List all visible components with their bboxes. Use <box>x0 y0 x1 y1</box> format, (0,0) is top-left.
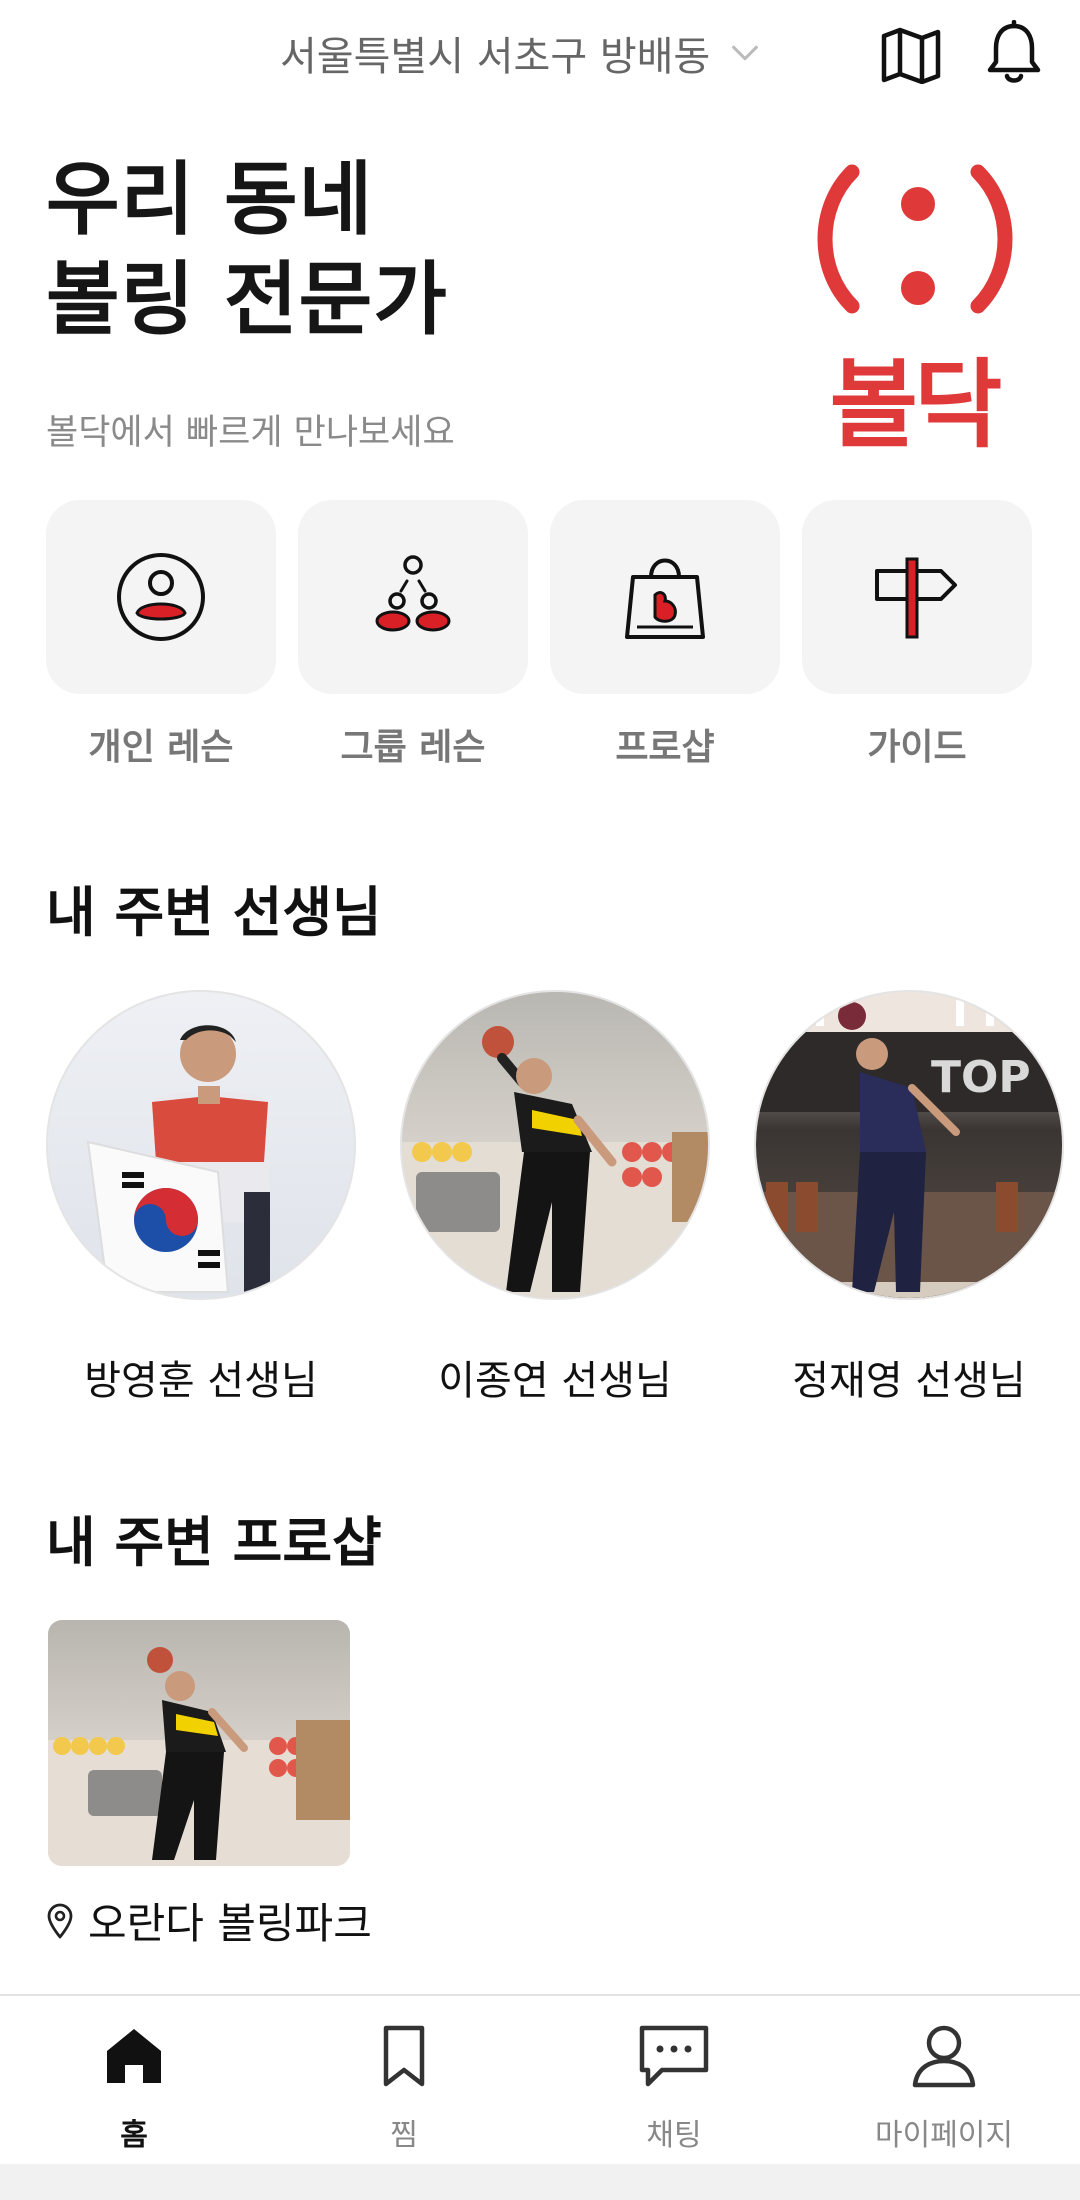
location-label: 서울특별시 서초구 방배동 <box>280 34 711 80</box>
proshop-image[interactable] <box>48 1620 350 1866</box>
category-proshop[interactable]: 프로샵 <box>550 500 780 770</box>
top-bar: 서울특별시 서초구 방배동 <box>0 0 1080 112</box>
category-label: 가이드 <box>867 727 967 768</box>
logo-text: 볼닥 <box>829 349 1003 461</box>
nav-label: 마이페이지 <box>875 2118 1013 2153</box>
group-icon <box>375 555 451 632</box>
hero-title-line2: 볼링 전문가 <box>46 253 448 346</box>
teachers-section-title: 내 주변 선생님 <box>46 881 382 944</box>
teacher-name: 정재영 선생님 <box>792 1358 1026 1404</box>
proshop-name: 오란다 볼링파크 <box>88 1899 372 1948</box>
bottom-navigation: 홈 찜 채팅 마이페이지 <box>0 1994 1080 2166</box>
teacher-name: 방영훈 선생님 <box>84 1358 318 1404</box>
category-guide[interactable]: 가이드 <box>802 500 1032 770</box>
shopping-bag-icon <box>625 558 705 639</box>
category-icon-box <box>298 500 528 694</box>
hero-title: 우리 동네 볼링 전문가 <box>46 150 448 350</box>
nav-home[interactable]: 홈 <box>34 2016 234 2154</box>
hero-title-line1: 우리 동네 <box>46 153 374 246</box>
nav-label: 홈 <box>120 2118 148 2153</box>
teacher-card[interactable]: TOP 정재영 선생님 <box>754 990 1064 1406</box>
nav-mypage[interactable]: 마이페이지 <box>844 2016 1044 2154</box>
nav-chat[interactable]: 채팅 <box>574 2016 774 2154</box>
category-label: 프로샵 <box>615 727 715 768</box>
category-label: 개인 레슨 <box>88 727 234 768</box>
hero-subtitle: 볼닥에서 빠르게 만나보세요 <box>46 413 455 453</box>
proshop-section-title: 내 주변 프로샵 <box>46 1511 382 1574</box>
category-label: 그룹 레슨 <box>340 727 486 768</box>
chat-icon <box>639 2025 709 2087</box>
teacher-card[interactable]: 이종연 선생님 <box>400 990 710 1406</box>
category-icon-box <box>802 500 1032 694</box>
proshop-item[interactable]: 오란다 볼링파크 <box>46 1890 372 1951</box>
category-personal-lesson[interactable]: 개인 레슨 <box>46 500 276 770</box>
location-pin-icon <box>47 1903 73 1938</box>
chevron-down-icon <box>732 45 759 61</box>
user-icon <box>912 2025 976 2088</box>
teacher-avatar: TOP <box>754 990 1064 1300</box>
category-group-lesson[interactable]: 그룹 레슨 <box>298 500 528 770</box>
bell-icon[interactable] <box>986 20 1042 86</box>
svg-text:TOP: TOP <box>931 1052 1031 1103</box>
map-icon[interactable] <box>880 26 942 84</box>
teacher-avatar <box>46 990 356 1300</box>
teacher-avatar <box>400 990 710 1300</box>
nav-bookmark[interactable]: 찜 <box>304 2016 504 2154</box>
bookmark-icon <box>383 2025 425 2087</box>
person-icon <box>117 553 205 641</box>
signpost-icon <box>875 557 957 639</box>
nav-label: 찜 <box>390 2118 418 2153</box>
system-gesture-bar <box>0 2164 1080 2200</box>
teacher-name: 이종연 선생님 <box>438 1358 672 1404</box>
nav-label: 채팅 <box>646 2118 702 2153</box>
category-icon-box <box>46 500 276 694</box>
home-icon <box>107 2029 161 2083</box>
location-selector[interactable]: 서울특별시 서초구 방배동 <box>280 24 762 82</box>
category-icon-box <box>550 500 780 694</box>
teacher-card[interactable]: 방영훈 선생님 <box>46 990 356 1406</box>
